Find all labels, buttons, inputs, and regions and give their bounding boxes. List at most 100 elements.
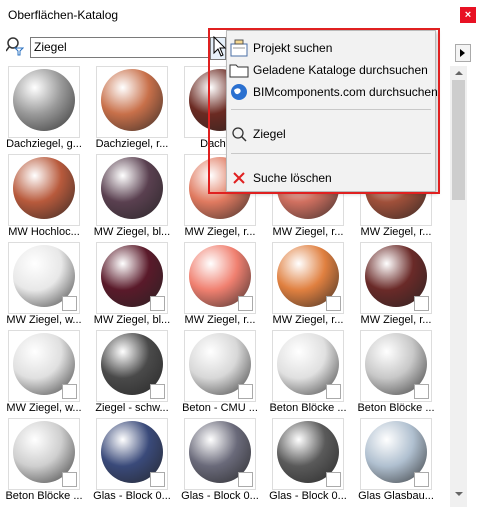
tile-checkbox[interactable] xyxy=(238,296,253,311)
surface-tile[interactable]: Beton Blöcke ... xyxy=(0,418,88,506)
search-filter-icon[interactable] xyxy=(5,36,25,56)
scroll-up-arrow-icon[interactable] xyxy=(450,66,467,80)
surface-tile[interactable]: Glas - Block 0... xyxy=(88,418,176,506)
tile-checkbox[interactable] xyxy=(326,296,341,311)
surface-caption: MW Ziegel, w... xyxy=(6,314,82,326)
surface-thumbnail xyxy=(96,154,168,226)
search-input[interactable] xyxy=(34,39,204,55)
surface-tile[interactable]: Beton Blöcke ... xyxy=(352,330,440,418)
search-icon xyxy=(229,124,249,144)
surface-tile[interactable]: Dachziegel, r... xyxy=(88,66,176,154)
tile-checkbox[interactable] xyxy=(238,384,253,399)
surface-caption: MW Ziegel, bl... xyxy=(93,226,171,238)
surface-caption: Glas - Block 0... xyxy=(181,490,259,502)
surface-caption: Ziegel - schw... xyxy=(95,402,169,414)
surface-caption: MW Ziegel, bl... xyxy=(93,314,171,326)
surface-tile[interactable]: Glas - Block 0... xyxy=(264,418,352,506)
menu-item-recent-search[interactable]: Ziegel xyxy=(227,123,435,145)
tile-checkbox[interactable] xyxy=(62,384,77,399)
menu-item-label: BIMcomponents.com durchsuchen xyxy=(253,85,438,99)
surface-tile[interactable]: MW Ziegel, r... xyxy=(352,242,440,330)
tile-checkbox[interactable] xyxy=(150,384,165,399)
surface-tile[interactable]: Glas Glasbau... xyxy=(352,418,440,506)
search-field[interactable] xyxy=(30,37,210,58)
surface-thumbnail xyxy=(360,330,432,402)
surface-thumbnail xyxy=(8,154,80,226)
expand-panel-button[interactable] xyxy=(455,44,471,62)
surface-thumbnail xyxy=(96,418,168,490)
surface-caption: MW Ziegel, w... xyxy=(6,402,82,414)
search-options-menu: Projekt suchen Geladene Kataloge durchsu… xyxy=(226,30,438,192)
surface-thumbnail xyxy=(8,242,80,314)
surface-thumbnail xyxy=(272,242,344,314)
surface-thumbnail xyxy=(184,418,256,490)
surface-thumbnail xyxy=(184,242,256,314)
title-bar: Oberflächen-Katalog × xyxy=(0,0,481,30)
material-sphere xyxy=(101,69,163,131)
surface-caption: Beton - CMU ... xyxy=(182,402,258,414)
surface-tile[interactable]: MW Ziegel, bl... xyxy=(88,154,176,242)
tile-checkbox[interactable] xyxy=(326,384,341,399)
tile-checkbox[interactable] xyxy=(62,472,77,487)
surface-thumbnail xyxy=(96,242,168,314)
menu-item-projekt-suchen[interactable]: Projekt suchen xyxy=(227,37,435,59)
surface-tile[interactable]: MW Ziegel, w... xyxy=(0,242,88,330)
surface-tile[interactable]: MW Ziegel, r... xyxy=(264,242,352,330)
surface-caption: MW Ziegel, r... xyxy=(184,314,256,326)
close-button[interactable]: × xyxy=(460,7,476,23)
surface-tile[interactable]: Ziegel - schw... xyxy=(88,330,176,418)
tile-checkbox[interactable] xyxy=(62,296,77,311)
surface-tile[interactable]: Glas - Block 0... xyxy=(176,418,264,506)
surface-caption: Dachziegel, r... xyxy=(95,138,169,150)
tile-checkbox[interactable] xyxy=(414,472,429,487)
mouse-cursor-icon xyxy=(213,35,227,58)
surface-thumbnail xyxy=(272,418,344,490)
material-sphere xyxy=(13,69,75,131)
tile-checkbox[interactable] xyxy=(150,472,165,487)
surface-thumbnail xyxy=(8,330,80,402)
folder-icon xyxy=(229,60,249,80)
tile-checkbox[interactable] xyxy=(414,296,429,311)
surface-tile[interactable]: MW Ziegel, bl... xyxy=(88,242,176,330)
window-title: Oberflächen-Katalog xyxy=(8,8,119,22)
surface-caption: MW Ziegel, r... xyxy=(360,314,432,326)
surface-caption: Glas - Block 0... xyxy=(93,490,171,502)
surface-caption: Glas - Block 0... xyxy=(269,490,347,502)
material-sphere xyxy=(13,157,75,219)
tile-checkbox[interactable] xyxy=(414,384,429,399)
menu-item-label: Projekt suchen xyxy=(253,41,333,55)
surface-caption: MW Ziegel, r... xyxy=(272,226,344,238)
material-sphere xyxy=(101,157,163,219)
menu-separator xyxy=(231,109,431,110)
surface-tile[interactable]: Dachziegel, g... xyxy=(0,66,88,154)
surface-caption: MW Ziegel, r... xyxy=(184,226,256,238)
surface-thumbnail xyxy=(360,242,432,314)
surface-tile[interactable]: Beton Blöcke ... xyxy=(264,330,352,418)
surface-thumbnail xyxy=(96,66,168,138)
surface-caption: Dachziegel, g... xyxy=(6,138,82,150)
menu-item-label: Geladene Kataloge durchsuchen xyxy=(253,63,428,77)
tile-checkbox[interactable] xyxy=(150,296,165,311)
menu-separator xyxy=(231,153,431,154)
project-icon xyxy=(229,38,249,58)
surface-caption: Glas Glasbau... xyxy=(358,490,434,502)
surface-tile[interactable]: MW Ziegel, w... xyxy=(0,330,88,418)
menu-item-kataloge[interactable]: Geladene Kataloge durchsuchen xyxy=(227,59,435,81)
tile-checkbox[interactable] xyxy=(238,472,253,487)
surface-thumbnail xyxy=(8,418,80,490)
surface-caption: MW Hochloc... xyxy=(8,226,80,238)
menu-item-suche-loeschen[interactable]: Suche löschen xyxy=(227,167,435,189)
scrollbar-thumb[interactable] xyxy=(452,80,465,200)
surface-thumbnail xyxy=(184,330,256,402)
scroll-down-arrow-icon[interactable] xyxy=(450,488,467,502)
surface-caption: Beton Blöcke ... xyxy=(5,490,83,502)
globe-icon xyxy=(229,82,249,102)
delete-x-icon xyxy=(229,168,249,188)
menu-item-label: Suche löschen xyxy=(253,171,332,185)
menu-item-bimcomponents[interactable]: BIMcomponents.com durchsuchen xyxy=(227,81,438,103)
menu-item-label: Ziegel xyxy=(253,127,286,141)
surface-tile[interactable]: MW Ziegel, r... xyxy=(176,242,264,330)
surface-tile[interactable]: Beton - CMU ... xyxy=(176,330,264,418)
tile-checkbox[interactable] xyxy=(326,472,341,487)
surface-tile[interactable]: MW Hochloc... xyxy=(0,154,88,242)
